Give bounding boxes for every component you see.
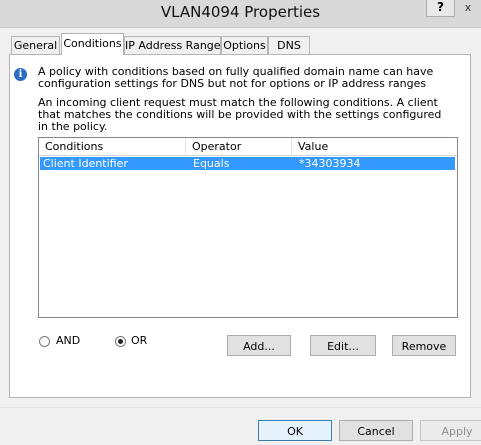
or-radio-label[interactable]: OR: [131, 334, 147, 347]
column-header-value[interactable]: Value: [292, 138, 457, 155]
info-text: A policy with conditions based on fully …: [38, 65, 434, 90]
remove-button[interactable]: Remove: [392, 335, 456, 356]
add-button[interactable]: Add...: [227, 335, 291, 356]
tab-conditions[interactable]: Conditions: [61, 33, 124, 55]
tab-strip: General Conditions IP Address Range Opti…: [0, 33, 481, 55]
tab-ip-address-range[interactable]: IP Address Range: [124, 36, 221, 54]
close-button[interactable]: x: [455, 0, 481, 16]
cancel-button[interactable]: Cancel: [339, 420, 413, 441]
cell-value: *34303934: [299, 157, 361, 170]
help-button[interactable]: ?: [426, 0, 455, 17]
cell-operator: Equals: [193, 157, 230, 170]
list-header: Conditions Operator Value: [39, 138, 457, 156]
tab-options[interactable]: Options: [221, 36, 268, 54]
apply-button[interactable]: Apply: [420, 420, 481, 441]
column-header-conditions[interactable]: Conditions: [39, 138, 186, 155]
and-radio-label[interactable]: AND: [56, 334, 80, 347]
table-row[interactable]: Client Identifier Equals *34303934: [40, 157, 455, 170]
column-header-operator[interactable]: Operator: [186, 138, 292, 155]
title-bar: VLAN4094 Properties ? x: [0, 0, 481, 28]
tab-dns[interactable]: DNS: [268, 36, 310, 54]
and-radio-circle[interactable]: [39, 336, 50, 347]
footer-divider: [0, 407, 481, 408]
conditions-list[interactable]: Conditions Operator Value Client Identif…: [38, 137, 458, 318]
window-title: VLAN4094 Properties: [160, 3, 321, 21]
info-icon: i: [14, 68, 27, 81]
conditions-description: An incoming client request must match th…: [38, 96, 442, 133]
ok-button[interactable]: OK: [258, 420, 332, 441]
cell-condition: Client Identifier: [43, 157, 128, 170]
edit-button[interactable]: Edit...: [310, 335, 376, 356]
tab-general[interactable]: General: [11, 36, 60, 54]
or-radio-circle[interactable]: [115, 336, 126, 347]
